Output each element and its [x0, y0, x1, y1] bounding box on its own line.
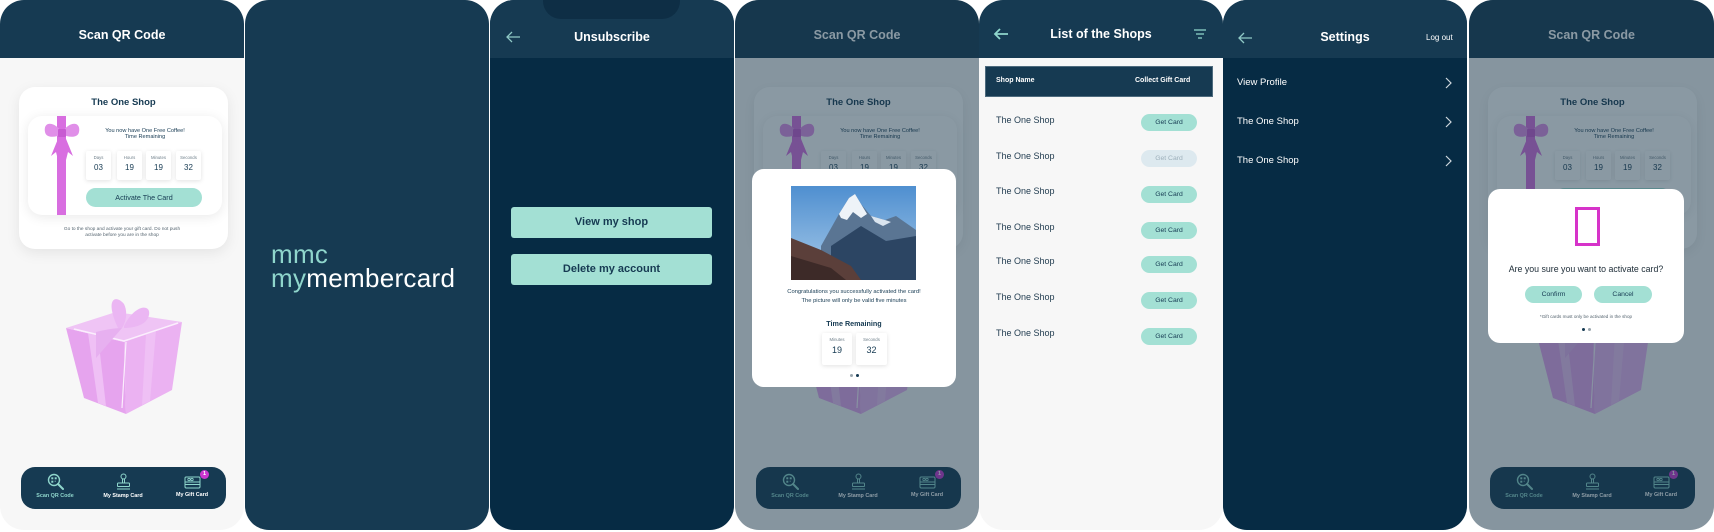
get-card-button[interactable]: Get Card: [1141, 222, 1197, 239]
filter-icon[interactable]: [1194, 29, 1206, 39]
gift-card: You now have One Free Coffee! Time Remai…: [28, 116, 222, 215]
get-card-button[interactable]: Get Card: [1141, 292, 1197, 309]
confirm-button[interactable]: Confirm: [1525, 286, 1582, 303]
table-row-name: The One Shop: [996, 115, 1055, 125]
mountain-photo: [791, 186, 916, 280]
device-notch: [543, 0, 680, 19]
bottom-nav: Scan QR Code My Stamp Card 1 My Gift Car…: [21, 467, 226, 509]
activation-hint-2: activate before you are in the shop: [85, 233, 159, 238]
screen-card-activated: Scan QR Code The One Shop You now have O…: [735, 0, 979, 530]
activate-card-button[interactable]: Activate The Card: [86, 188, 202, 207]
cancel-button[interactable]: Cancel: [1594, 286, 1652, 303]
nav-my-gift-card[interactable]: 1 My Gift Card: [158, 467, 226, 509]
confirm-question: Are you sure you want to activate card?: [1508, 264, 1664, 274]
pager-dot[interactable]: [849, 374, 853, 377]
table-row-name: The One Shop: [996, 186, 1055, 196]
time-remaining-title: Time Remaining: [826, 319, 882, 328]
logo-my: my: [271, 263, 307, 293]
table-row-name: The One Shop: [996, 292, 1055, 302]
table-row-name: The One Shop: [996, 222, 1055, 232]
screen-confirm-activation: Scan QR Code The One Shop You now have O…: [1469, 0, 1714, 530]
missing-glyph-icon: [1575, 207, 1600, 246]
logo-membercard: membercard: [306, 263, 456, 293]
page-title: Scan QR Code: [78, 28, 166, 42]
chevron-right-icon: [1445, 77, 1452, 89]
activation-success-text: Congratulations you successfully activat…: [787, 289, 921, 295]
activation-hint: Go to the shop and activate your gift ca…: [63, 227, 181, 232]
app-logo: mmc mymembercard: [271, 241, 456, 293]
pager-dot[interactable]: [1587, 328, 1591, 331]
timer-hours: Hours 19: [117, 151, 142, 180]
delete-account-button[interactable]: Delete my account: [511, 254, 712, 285]
header: Settings Log out: [1223, 0, 1467, 58]
nav-scan-qr-code[interactable]: Scan QR Code: [21, 467, 89, 509]
screen-settings: Settings Log out View Profile The One Sh…: [1223, 0, 1467, 530]
nav-label: My Stamp Card: [103, 493, 143, 499]
settings-item-view-profile[interactable]: View Profile: [1237, 73, 1453, 93]
nav-label: Scan QR Code: [36, 493, 74, 499]
table-header: Shop Name Collect Gift Card: [985, 66, 1213, 97]
qr-search-icon: [47, 473, 64, 490]
view-my-shop-button[interactable]: View my shop: [511, 207, 712, 238]
settings-item-shop[interactable]: The One Shop: [1237, 112, 1453, 132]
nav-label: My Gift Card: [175, 492, 209, 498]
pager-dot-active[interactable]: [1581, 328, 1585, 331]
pager-dot-active[interactable]: [855, 374, 859, 377]
column-collect-gift-card: Collect Gift Card: [1135, 77, 1191, 84]
chevron-right-icon: [1445, 155, 1452, 167]
gift-card-panel: The One Shop You now have One Free Coffe…: [19, 87, 228, 249]
get-card-button[interactable]: Get Card: [1141, 328, 1197, 345]
time-remaining-label: Time Remaining: [124, 134, 166, 140]
get-card-button[interactable]: Get Card: [1141, 114, 1197, 131]
confirm-modal: Are you sure you want to activate card? …: [1488, 189, 1684, 343]
chevron-right-icon: [1445, 116, 1452, 128]
get-card-button[interactable]: Get Card: [1141, 256, 1197, 273]
timer-minutes: Minutes 19: [146, 151, 171, 180]
bow-icon: [44, 123, 80, 160]
header: List of the Shops: [979, 0, 1223, 58]
timer-seconds: Seconds 32: [176, 151, 201, 180]
page-title: List of the Shops: [1050, 27, 1152, 41]
stamp-icon: [117, 473, 130, 490]
nav-my-stamp-card[interactable]: My Stamp Card: [89, 467, 157, 509]
settings-item-shop[interactable]: The One Shop: [1237, 151, 1453, 171]
shop-name: The One Shop: [91, 97, 156, 108]
timer-seconds: Seconds 32: [856, 333, 887, 365]
get-card-button-disabled[interactable]: Get Card: [1141, 150, 1197, 167]
table-row-name: The One Shop: [996, 151, 1055, 161]
activation-note: *Gift cards must only be activated in th…: [1539, 314, 1633, 319]
timer-minutes: Minutes 19: [822, 333, 852, 365]
table-row-name: The One Shop: [996, 256, 1055, 266]
column-shop-name: Shop Name: [996, 77, 1035, 84]
page-title: Unsubscribe: [574, 30, 650, 44]
header: Scan QR Code: [0, 0, 244, 58]
table-row-name: The One Shop: [996, 328, 1055, 338]
pager-dots: [1488, 328, 1684, 331]
get-card-button[interactable]: Get Card: [1141, 186, 1197, 203]
gift-box-illustration: [66, 299, 182, 414]
activated-modal: Congratulations you successfully activat…: [752, 169, 956, 387]
screen-scan-qr-code: Scan QR Code The One Shop You now have O…: [0, 0, 244, 530]
timer-days: Days 03: [86, 151, 111, 180]
screen-list-of-shops: List of the Shops Shop Name Collect Gift…: [979, 0, 1223, 530]
screen-unsubscribe: Unsubscribe View my shop Delete my accou…: [490, 0, 734, 530]
picture-validity-text: The picture will only be valid five minu…: [801, 298, 907, 304]
notification-badge: 1: [200, 470, 209, 479]
pager-dots: [752, 374, 956, 377]
screen-splash: mmc mymembercard: [245, 0, 489, 530]
gift-card-icon: [184, 476, 201, 489]
logout-button[interactable]: Log out: [1426, 33, 1453, 42]
